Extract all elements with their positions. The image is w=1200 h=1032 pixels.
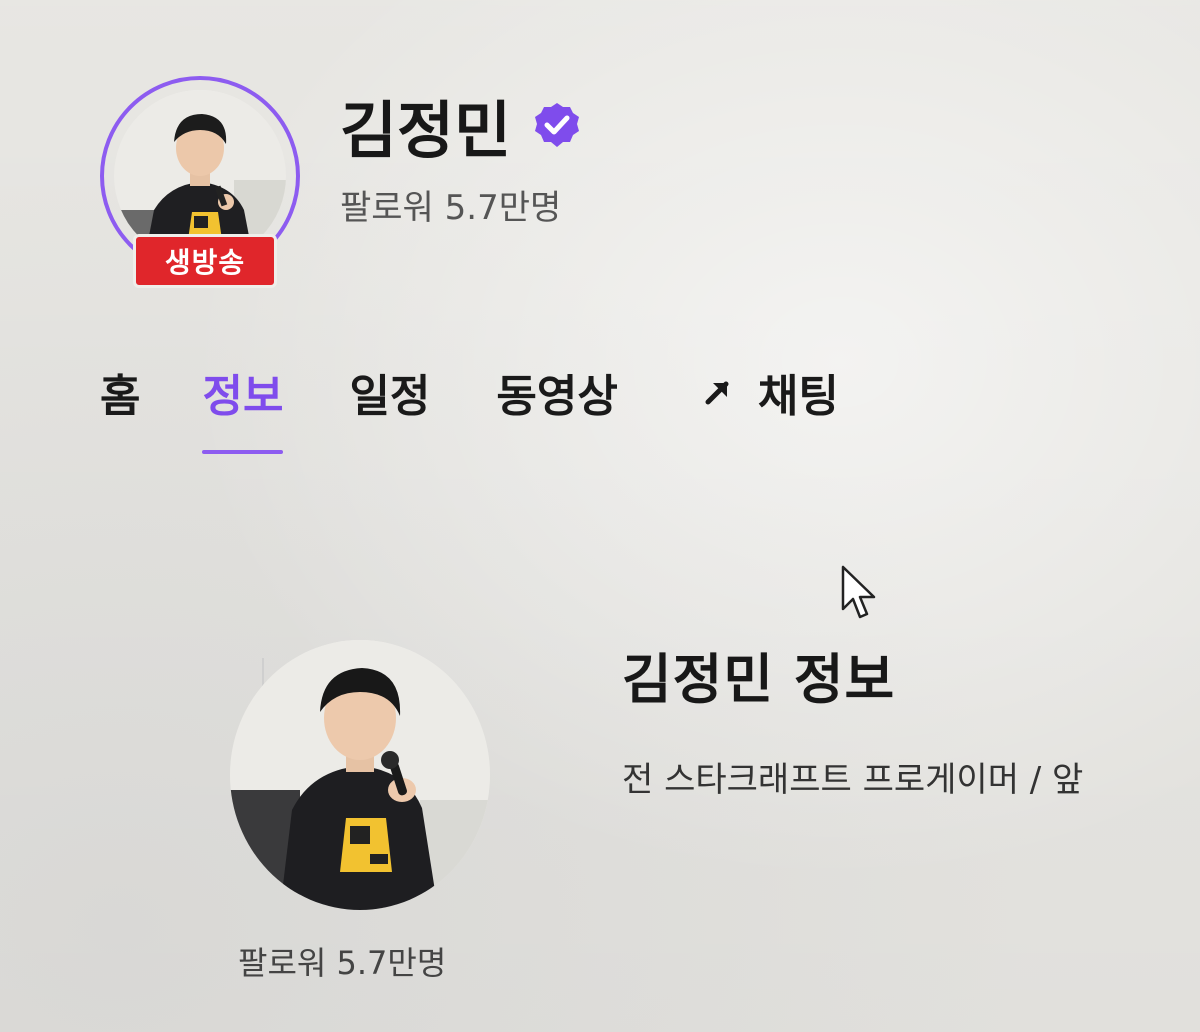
tab-schedule[interactable]: 일정 bbox=[349, 360, 430, 454]
channel-avatar[interactable]: 생방송 bbox=[100, 76, 310, 288]
channel-name[interactable]: 김정민 bbox=[340, 80, 511, 170]
info-avatar-photo bbox=[230, 640, 490, 910]
tab-home[interactable]: 홈 bbox=[100, 360, 140, 454]
tab-chat-label: 채팅 bbox=[757, 371, 839, 422]
info-avatar bbox=[230, 640, 490, 910]
tab-chat[interactable]: 채팅 bbox=[702, 360, 839, 454]
info-follower-count: 팔로워 5.7만명 bbox=[238, 944, 447, 982]
channel-tabs: 홈 정보 일정 동영상 채팅 bbox=[100, 360, 839, 454]
info-title: 김정민 정보 bbox=[622, 648, 896, 711]
follower-count: 팔로워 5.7만명 bbox=[340, 188, 562, 228]
channel-name-row: 김정민 bbox=[340, 80, 581, 170]
info-person-image bbox=[230, 640, 490, 910]
mouse-cursor-icon bbox=[841, 565, 876, 619]
tab-videos[interactable]: 동영상 bbox=[496, 360, 617, 454]
info-description: 전 스타크래프트 프로게이머 / 앞 bbox=[622, 760, 1084, 800]
tab-info[interactable]: 정보 bbox=[202, 360, 283, 454]
external-arrow-icon bbox=[705, 381, 729, 405]
live-badge: 생방송 bbox=[133, 234, 277, 288]
verified-badge-icon bbox=[535, 103, 580, 147]
